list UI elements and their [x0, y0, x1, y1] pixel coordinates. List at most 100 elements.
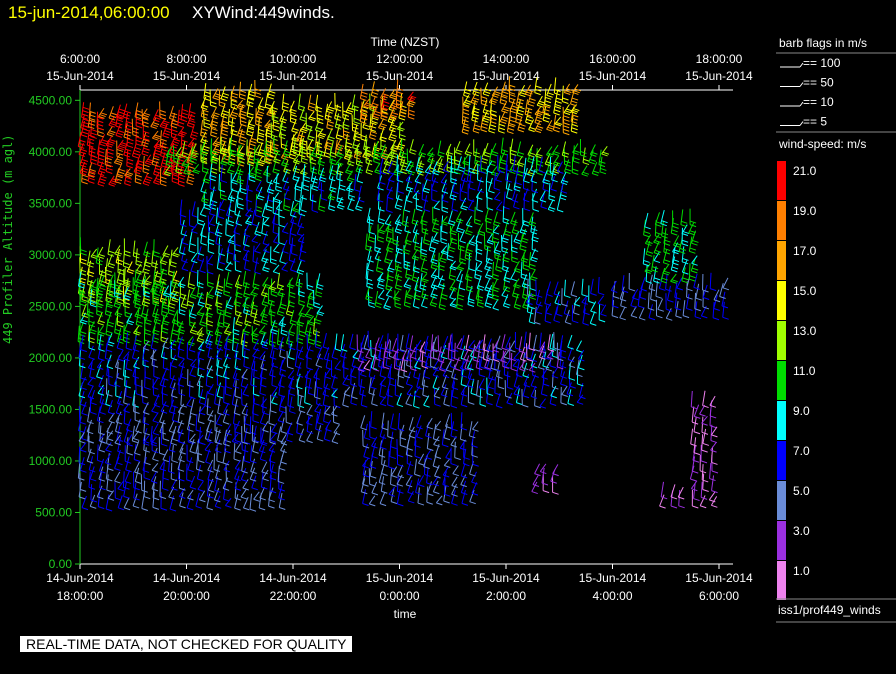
wind-barb-flag	[101, 139, 109, 143]
wind-barb	[477, 177, 482, 191]
wind-barb-flag	[298, 314, 305, 318]
wind-barb-flag	[81, 319, 88, 323]
wind-barb-flag	[356, 180, 364, 184]
wind-barb-flag	[220, 194, 227, 198]
wind-barb-flag	[509, 119, 516, 123]
wind-barb-flag	[136, 118, 143, 122]
wind-barb-flag	[404, 260, 411, 264]
wind-barb	[719, 283, 724, 297]
wind-barb-flag	[239, 90, 247, 94]
wind-barb-flag	[413, 255, 420, 259]
wind-barb-flag	[457, 294, 465, 298]
wind-barb-flag	[602, 151, 610, 155]
wind-barb	[630, 293, 636, 306]
wind-barb-flag	[89, 331, 96, 335]
wind-barb	[539, 398, 546, 407]
wind-barb-flag	[127, 141, 134, 145]
wind-barb	[597, 295, 604, 304]
wind-barb-flag	[142, 171, 150, 175]
wind-barb-flag	[611, 315, 619, 319]
wind-barb-flag	[681, 220, 688, 224]
wind-barb-flag	[491, 98, 498, 102]
wind-barb-flag	[98, 253, 105, 257]
wind-barb-flag	[219, 101, 226, 105]
wind-barb-flag	[201, 128, 208, 132]
wind-barb-flag	[682, 257, 689, 261]
wind-barb-flag	[99, 273, 106, 277]
wind-barb-flag	[126, 165, 133, 169]
wind-barb-flag	[210, 203, 217, 207]
wind-barb-flag	[237, 105, 245, 109]
wind-barb-flag	[153, 251, 160, 255]
wind-barb-flag	[462, 131, 469, 135]
wind-barb-flag	[378, 231, 385, 235]
bottom-tick-date: 15-Jun-2014	[366, 571, 434, 585]
wind-barb-flag	[523, 264, 530, 268]
wind-barb	[254, 257, 258, 273]
wind-barb	[316, 388, 319, 404]
wind-barb-flag	[178, 176, 185, 180]
wind-barb-flag	[300, 196, 307, 200]
wind-barb-flag	[123, 265, 130, 269]
wind-barb-flag	[281, 164, 288, 168]
wind-barb-flag	[713, 299, 721, 303]
wind-barb-flag	[384, 261, 391, 265]
wind-barb-flag	[229, 196, 236, 200]
wind-barb-flag	[671, 269, 678, 273]
wind-barb-flag	[268, 313, 275, 317]
wind-barb-flag	[143, 297, 151, 301]
wind-barb	[549, 333, 554, 349]
wind-barb-flag	[564, 295, 571, 299]
top-tick-time: 6:00:00	[60, 52, 100, 66]
wind-barb	[125, 380, 128, 396]
wind-barb-flag	[125, 179, 132, 183]
wind-barb-flag	[136, 260, 143, 264]
wind-barb-flag	[88, 180, 95, 184]
wind-barb	[575, 340, 583, 351]
wind-barb-flag	[481, 126, 488, 129]
wind-barb	[288, 244, 292, 261]
wind-barb	[224, 300, 228, 316]
wind-barb-flag	[206, 262, 214, 266]
wind-barb-flag	[124, 183, 131, 187]
wind-barb-flag	[293, 208, 300, 212]
wind-barb-flag	[300, 151, 307, 155]
wind-barb-flag	[100, 112, 108, 116]
wind-barb	[294, 351, 299, 367]
wind-barb-flag	[522, 404, 529, 408]
wind-barb-flag	[80, 252, 87, 256]
wind-barb-flag	[216, 231, 223, 235]
wind-barb-flag	[420, 254, 427, 258]
wind-barb-flag	[526, 115, 534, 119]
wind-barb-flag	[529, 296, 537, 300]
wind-barb-flag	[336, 155, 343, 159]
wind-barb-flag	[472, 93, 479, 97]
wind-barb-flag	[388, 108, 396, 112]
wind-barb-flag	[367, 218, 375, 222]
wind-barb-flag	[387, 196, 394, 200]
wind-barb-flag	[343, 377, 350, 381]
wind-barb-flag	[590, 322, 597, 326]
wind-barb-flag	[386, 210, 393, 213]
wind-barb-flag	[289, 156, 296, 160]
wind-barb	[304, 368, 311, 378]
wind-barb	[553, 77, 557, 94]
wind-barb-flag	[659, 287, 666, 291]
wind-barb-flag	[97, 392, 105, 396]
wind-barb-flag	[231, 111, 239, 115]
wind-barb-flag	[265, 103, 272, 107]
wind-barb-flag	[360, 98, 367, 101]
wind-barb-flag	[286, 310, 294, 314]
wind-barb-flag	[78, 337, 85, 341]
wind-barb-flag	[522, 395, 530, 399]
wind-barb-flag	[191, 214, 199, 218]
wind-barb-flag	[261, 294, 268, 298]
wind-barb-flag	[449, 246, 456, 250]
wind-barb-flag	[484, 268, 491, 272]
wind-barb-flag	[546, 128, 553, 132]
wind-barb	[98, 375, 104, 387]
wind-barb-flag	[598, 164, 606, 168]
wind-barb-flag	[535, 85, 542, 89]
wind-barb-flag	[567, 346, 574, 350]
wind-barb-flag	[106, 292, 113, 296]
